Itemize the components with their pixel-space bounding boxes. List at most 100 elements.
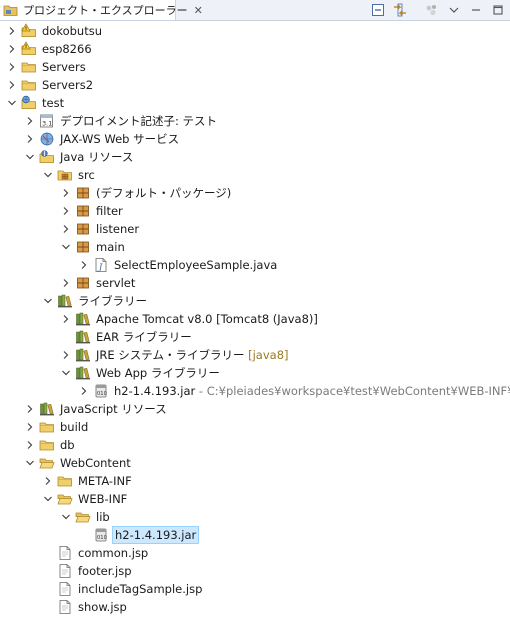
project-explorer: プロジェクト・エクスプローラー ✕ dokobutsu esp8266 Serv… bbox=[0, 0, 510, 617]
web-service-icon bbox=[39, 131, 55, 147]
tree-item[interactable]: db bbox=[0, 436, 510, 454]
svg-text:010: 010 bbox=[97, 535, 107, 541]
file-icon bbox=[57, 599, 73, 615]
tree-item[interactable]: EAR ライブラリー bbox=[0, 328, 510, 346]
tree-item[interactable]: src bbox=[0, 166, 510, 184]
tree-item-label: ライブラリー bbox=[76, 292, 149, 310]
chevron-right-icon[interactable] bbox=[5, 58, 19, 76]
chevron-down-icon[interactable] bbox=[41, 292, 55, 310]
chevron-right-icon[interactable] bbox=[59, 220, 73, 238]
filter-icon[interactable] bbox=[422, 1, 442, 19]
chevron-down-icon[interactable] bbox=[59, 364, 73, 382]
chevron-right-icon[interactable] bbox=[59, 346, 73, 364]
tree-item[interactable]: WEB-INF bbox=[0, 490, 510, 508]
tree-item-text: WebContent bbox=[60, 456, 131, 470]
tree-item[interactable]: J SelectEmployeeSample.java bbox=[0, 256, 510, 274]
chevron-down-icon[interactable] bbox=[41, 166, 55, 184]
tree-item[interactable]: common.jsp bbox=[0, 544, 510, 562]
chevron-down-icon[interactable] bbox=[59, 508, 73, 526]
tree-item[interactable]: JRE システム・ライブラリー [java8] bbox=[0, 346, 510, 364]
chevron-right-icon[interactable] bbox=[23, 112, 37, 130]
tree-item-label: listener bbox=[94, 220, 141, 238]
tree-item-text: JAX-WS Web サービス bbox=[60, 132, 180, 146]
tree-item-text: JRE システム・ライブラリー bbox=[96, 348, 245, 362]
tree-item-label: Java リソース bbox=[58, 148, 135, 166]
tree-item-text: JavaScript リソース bbox=[60, 402, 167, 416]
tree-item[interactable]: dokobutsu bbox=[0, 22, 510, 40]
tree-item[interactable]: servlet bbox=[0, 274, 510, 292]
tree-item[interactable]: Java リソース bbox=[0, 148, 510, 166]
deployment-descriptor-icon: 3.1 bbox=[39, 113, 55, 129]
tree-item[interactable]: main bbox=[0, 238, 510, 256]
tree-item[interactable]: Servers2 bbox=[0, 76, 510, 94]
tree-item-text: ライブラリー bbox=[78, 294, 147, 308]
tree-item[interactable]: JAX-WS Web サービス bbox=[0, 130, 510, 148]
chevron-down-icon[interactable] bbox=[41, 490, 55, 508]
folder-icon bbox=[39, 419, 55, 435]
chevron-right-icon[interactable] bbox=[23, 130, 37, 148]
tree-item[interactable]: Web App ライブラリー bbox=[0, 364, 510, 382]
tree-item[interactable]: WebContent bbox=[0, 454, 510, 472]
tree-item-label: WebContent bbox=[58, 454, 133, 472]
tree-item-text: db bbox=[60, 438, 75, 452]
package-icon bbox=[75, 185, 91, 201]
tree-item[interactable]: esp8266 bbox=[0, 40, 510, 58]
chevron-down-icon[interactable] bbox=[23, 454, 37, 472]
maximize-icon[interactable] bbox=[488, 1, 508, 19]
chevron-right-icon[interactable] bbox=[5, 22, 19, 40]
tree-item-label: build bbox=[58, 418, 90, 436]
tree-item[interactable]: Apache Tomcat v8.0 [Tomcat8 (Java8)] bbox=[0, 310, 510, 328]
tree-item[interactable]: test bbox=[0, 94, 510, 112]
tree-item[interactable]: 010 h2-1.4.193.jar - C:¥pleiades¥workspac… bbox=[0, 382, 510, 400]
chevron-right-icon[interactable] bbox=[77, 256, 91, 274]
tree-item[interactable]: footer.jsp bbox=[0, 562, 510, 580]
tree-item-text: esp8266 bbox=[42, 42, 92, 56]
chevron-down-icon[interactable] bbox=[23, 148, 37, 166]
tree-item[interactable]: Servers bbox=[0, 58, 510, 76]
tree-item[interactable]: lib bbox=[0, 508, 510, 526]
minimize-icon[interactable] bbox=[466, 1, 486, 19]
chevron-right-icon[interactable] bbox=[5, 40, 19, 58]
tree-item-text: SelectEmployeeSample.java bbox=[114, 258, 278, 272]
chevron-right-icon[interactable] bbox=[59, 184, 73, 202]
folder-icon bbox=[39, 437, 55, 453]
java-file-icon: J bbox=[93, 257, 109, 273]
chevron-right-icon[interactable] bbox=[23, 400, 37, 418]
library-icon bbox=[75, 347, 91, 363]
tree-item[interactable]: show.jsp bbox=[0, 598, 510, 616]
tree-item[interactable]: 3.1 デプロイメント記述子: テスト bbox=[0, 112, 510, 130]
chevron-right-icon[interactable] bbox=[77, 382, 91, 400]
tree-item[interactable]: listener bbox=[0, 220, 510, 238]
chevron-right-icon[interactable] bbox=[59, 274, 73, 292]
link-editor-icon[interactable] bbox=[390, 1, 410, 19]
collapse-all-icon[interactable] bbox=[368, 1, 388, 19]
tab-project-explorer[interactable]: プロジェクト・エクスプローラー ✕ bbox=[0, 0, 203, 20]
tree-item[interactable]: filter bbox=[0, 202, 510, 220]
tree-item-label: WEB-INF bbox=[76, 490, 129, 508]
tree-item-text: test bbox=[42, 96, 65, 110]
tree-item[interactable]: includeTagSample.jsp bbox=[0, 580, 510, 598]
close-icon[interactable]: ✕ bbox=[194, 4, 203, 17]
tree-item-decoration: [java8] bbox=[244, 348, 289, 362]
chevron-right-icon[interactable] bbox=[41, 472, 55, 490]
tree-item-label: src bbox=[76, 166, 97, 184]
tree-item[interactable]: ライブラリー bbox=[0, 292, 510, 310]
tree-item[interactable]: 010 h2-1.4.193.jar bbox=[0, 526, 510, 544]
view-menu-icon[interactable] bbox=[444, 1, 464, 19]
tree-item-text: h2-1.4.193.jar bbox=[114, 384, 196, 398]
tree-item[interactable]: JavaScript リソース bbox=[0, 400, 510, 418]
chevron-right-icon[interactable] bbox=[59, 202, 73, 220]
tree-item[interactable]: (デフォルト・パッケージ) bbox=[0, 184, 510, 202]
tree-item[interactable]: build bbox=[0, 418, 510, 436]
tree-item[interactable]: META-INF bbox=[0, 472, 510, 490]
tree-item-label: footer.jsp bbox=[76, 562, 134, 580]
tree-item-label: SelectEmployeeSample.java bbox=[112, 256, 279, 274]
chevron-right-icon[interactable] bbox=[23, 436, 37, 454]
package-icon bbox=[75, 221, 91, 237]
chevron-down-icon[interactable] bbox=[59, 238, 73, 256]
chevron-right-icon[interactable] bbox=[23, 418, 37, 436]
chevron-right-icon[interactable] bbox=[5, 76, 19, 94]
tree-item-text: src bbox=[78, 168, 95, 182]
chevron-down-icon[interactable] bbox=[5, 94, 19, 112]
chevron-right-icon[interactable] bbox=[59, 310, 73, 328]
